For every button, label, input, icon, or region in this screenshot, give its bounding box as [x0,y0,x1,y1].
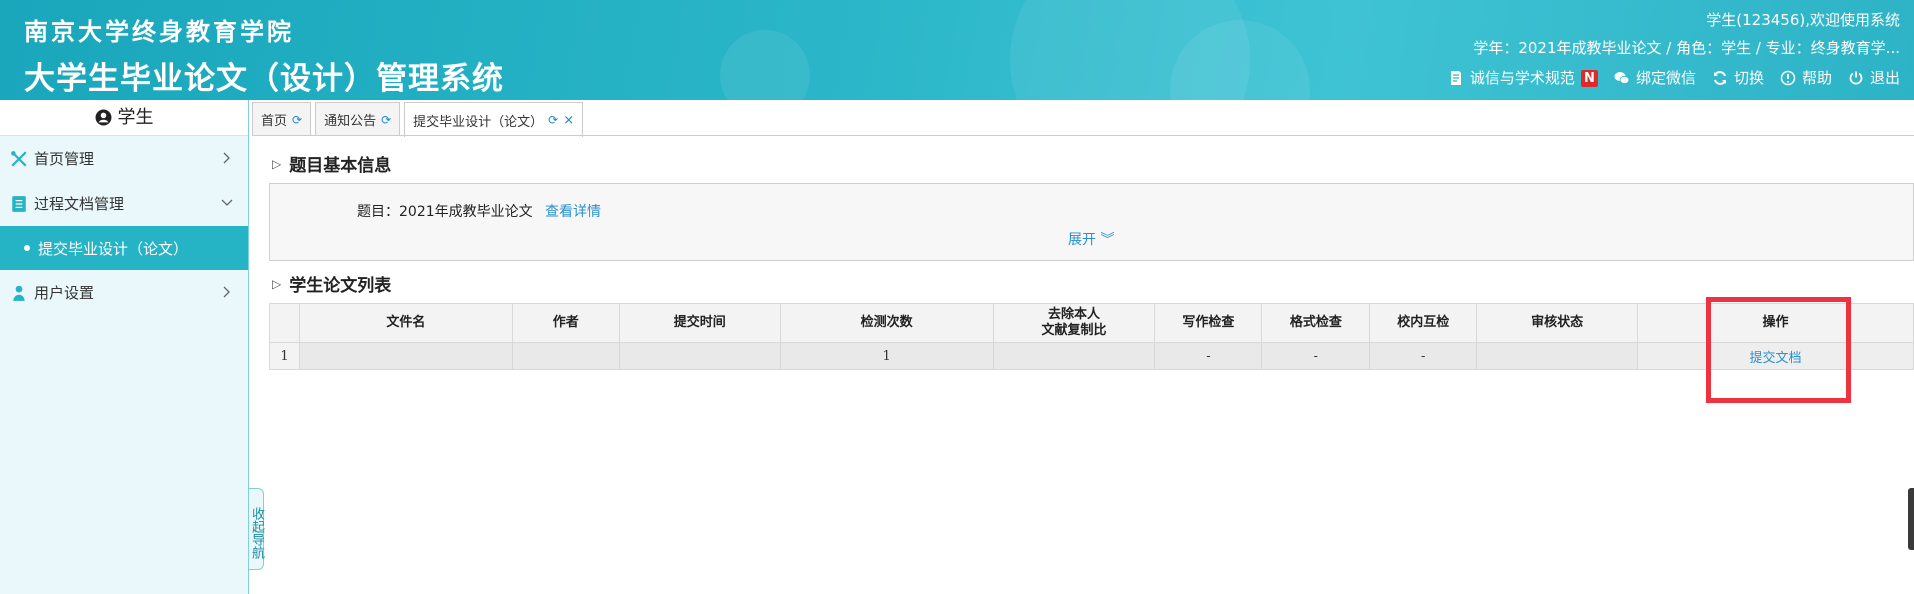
collapse-nav-button[interactable]: 收起导航 [249,488,264,570]
triangle-right-icon: ▷ [272,156,282,171]
cell-filename [298,342,513,370]
context-text: 学年：2021年成教毕业论文 / 角色：学生 / 专业：终身教育学... [1473,39,1900,57]
table-header-row: 文件名 作者 提交时间 检测次数 去除本人 文献复制比 写作检查 格式检查 校内… [269,303,1914,343]
expand-button[interactable]: 展开 ︾ [1068,229,1114,249]
paper-table: 文件名 作者 提交时间 检测次数 去除本人 文献复制比 写作检查 格式检查 校内… [269,303,1914,370]
column-header-submit-time[interactable]: 提交时间 [618,303,781,343]
header-decoration [720,30,810,100]
view-detail-link[interactable]: 查看详情 [545,201,601,221]
book-icon [1450,71,1461,85]
close-icon[interactable]: × [563,113,574,128]
topic-section-title: ▷ 题目基本信息 [272,156,392,176]
sidebar-item-user-settings[interactable]: 用户设置 [0,270,248,315]
user-info: 学生(123456),欢迎使用系统 学年：2021年成教毕业论文 / 角色：学生… [1448,8,1900,92]
cell-mutual-check: - [1369,342,1478,370]
logout-link[interactable]: 退出 [1848,66,1900,90]
sidebar-item-home-management[interactable]: 首页管理 [0,136,248,181]
tab-notice[interactable]: 通知公告 ⟳ [315,102,401,136]
new-badge: N [1580,69,1598,87]
sidebar-item-label: 提交毕业设计（论文） [38,239,189,258]
column-header-review-status[interactable]: 审核状态 [1476,303,1639,343]
paper-section-title: ▷ 学生论文列表 [272,276,392,296]
column-header-mutual-check[interactable]: 校内互检 [1369,303,1478,343]
chevron-right-icon [223,152,230,164]
refresh-icon[interactable]: ⟳ [548,113,558,127]
refresh-icon[interactable]: ⟳ [381,113,391,127]
tab-bar: 首页 ⟳ 通知公告 ⟳ 提交毕业设计（论文） ⟳ × [252,102,584,137]
cell-format-check: - [1261,342,1371,370]
tools-icon [11,150,27,167]
cell-author [511,342,620,370]
tab-divider [252,135,1914,136]
topic-info-box: 题目：2021年成教毕业论文 查看详情 展开 ︾ [269,183,1914,261]
column-header-check-count[interactable]: 检测次数 [779,303,994,343]
sidebar: 学生 首页管理 过程文档管理 提交毕业设计（论文） 用户设置 [0,100,249,594]
cell-check-count: 1 [779,342,994,370]
sidebar-item-submit-thesis[interactable]: 提交毕业设计（论文） [0,226,248,270]
chevron-down-icon [221,199,233,206]
bullet-icon [24,245,30,251]
cell-submit-time [618,342,781,370]
tab-submit-thesis[interactable]: 提交毕业设计（论文） ⟳ × [404,102,584,137]
side-scroll-handle[interactable] [1908,488,1914,550]
document-icon [12,195,26,212]
sidebar-item-label: 过程文档管理 [34,195,125,213]
app-header: 南京大学终身教育学院 大学生毕业论文（设计）管理系统 学生(123456),欢迎… [0,0,1914,100]
wechat-icon [1614,72,1630,84]
cell-copy-ratio [992,342,1156,370]
sidebar-item-label: 用户设置 [34,284,95,302]
table-row: 1 1 - - - 提交文档 [269,342,1914,370]
integrity-link[interactable]: 诚信与学术规范 N [1448,66,1598,90]
cell-writing-check: - [1154,342,1263,370]
sidebar-item-process-docs[interactable]: 过程文档管理 [0,181,248,226]
switch-icon [1713,71,1726,85]
highlight-annotation [1706,297,1851,403]
sidebar-title: 学生 [0,100,248,136]
power-icon [1849,71,1863,85]
sidebar-item-label: 首页管理 [34,150,95,168]
help-link[interactable]: 帮助 [1780,66,1832,90]
refresh-icon[interactable]: ⟳ [292,113,302,127]
user-icon [13,285,25,301]
cell-review-status [1476,342,1639,370]
user-circle-icon [95,109,111,126]
switch-link[interactable]: 切换 [1712,66,1764,90]
row-index: 1 [269,342,300,370]
column-header-author[interactable]: 作者 [511,303,620,343]
column-header-writing-check[interactable]: 写作检查 [1154,303,1263,343]
column-header-format-check[interactable]: 格式检查 [1261,303,1371,343]
triangle-right-icon: ▷ [272,276,282,291]
help-icon [1780,70,1796,86]
double-chevron-down-icon: ︾ [1100,232,1115,248]
welcome-text: 学生(123456),欢迎使用系统 [1706,11,1900,29]
column-header-filename[interactable]: 文件名 [298,303,513,343]
column-header-copy-ratio[interactable]: 去除本人 文献复制比 [992,303,1156,343]
school-name: 南京大学终身教育学院 [24,17,294,46]
header-links: 诚信与学术规范 N 绑定微信 切换 帮助 退出 [1448,64,1900,92]
system-name: 大学生毕业论文（设计）管理系统 [24,61,504,97]
bind-wechat-link[interactable]: 绑定微信 [1614,66,1696,90]
column-header-index [269,303,300,343]
tab-home[interactable]: 首页 ⟳ [252,102,312,136]
topic-text: 题目：2021年成教毕业论文 [357,204,533,220]
chevron-right-icon [223,286,230,298]
